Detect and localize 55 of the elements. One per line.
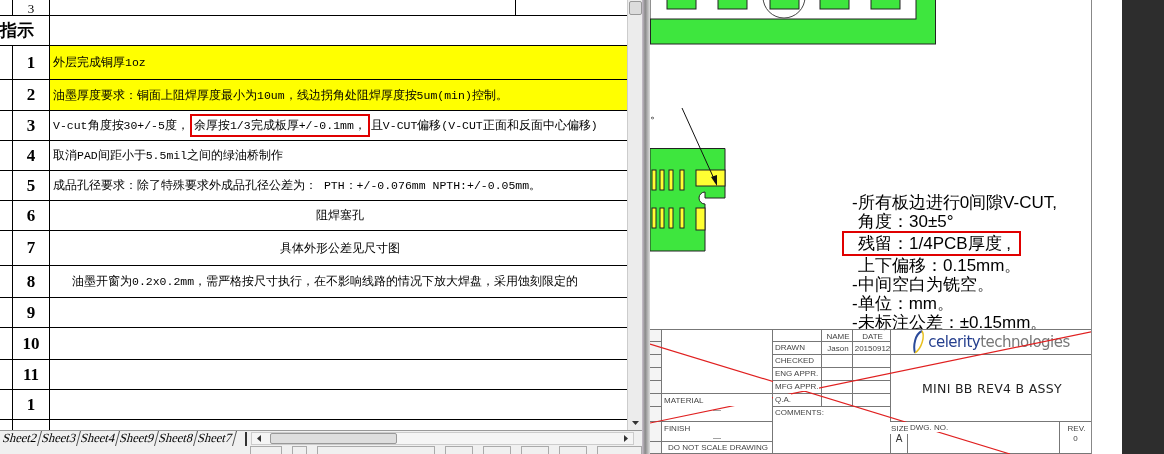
drawing-title: MINI BB REV4 B ASSY (920, 382, 1062, 394)
field-label: Q.A. (773, 394, 791, 404)
row-number: 9 (12, 298, 50, 327)
row-number: 6 (12, 201, 50, 230)
field-label: SIZE (889, 422, 909, 434)
column-header: DATE (860, 330, 883, 341)
section-label: 指示 (0, 16, 50, 45)
note-text: -所有板边进行0间隙V-CUT, (852, 193, 1057, 212)
right-arrow-icon (623, 434, 629, 443)
scrollbar-thumb[interactable] (628, 1, 642, 15)
down-arrow-icon (630, 420, 640, 426)
cell-text: 油墨厚度要求：铜面上阻焊厚度最小为10um，线边拐角处阻焊厚度按5um(min)控制。 (53, 87, 508, 103)
cell-text: 且V-CUT偏移(V-CUT正面和反面中心偏移) (370, 118, 598, 133)
note-text: -单位：mm。 (852, 294, 955, 313)
row-number: 3 (12, 111, 50, 140)
row-number: 3 (12, 0, 50, 15)
field-label: COMMENTS: (773, 407, 824, 417)
left-arrow-icon (256, 434, 263, 443)
row-number: 4 (12, 141, 50, 170)
boxed-text: 余厚按1/3完成板厚+/-0.1mm， (189, 114, 370, 137)
field-value: — (713, 406, 721, 414)
cell-text: 具体外形公差见尺寸图 (280, 240, 400, 256)
logo-swoosh-icon (912, 330, 927, 354)
vertical-scrollbar[interactable] (627, 0, 642, 430)
cell-text: 外层完成铜厚1oz (53, 55, 146, 70)
field-label: CHECKED (773, 355, 815, 365)
cell-text: 油墨开窗为0.2x0.2mm，需严格按尺寸执行，在不影响线路的情况下放大焊盘，采用蚀刻限定的 (72, 274, 579, 289)
cell-text: V-cut角度按30+/-5度， (53, 118, 189, 133)
size-value: A (895, 434, 903, 444)
horizontal-scrollbar[interactable] (251, 432, 634, 445)
row-number: 11 (12, 360, 50, 389)
note-text: 角度：30±5° (857, 212, 955, 231)
field-value: — (713, 434, 721, 442)
note-text: 残留：1/4PCB厚度 , (842, 231, 1022, 256)
row-number: 1 (12, 390, 50, 419)
title-block-cell (853, 381, 891, 394)
row-number: 5 (12, 171, 50, 200)
note-text: 。 (650, 106, 662, 123)
row-number: 8 (12, 266, 50, 297)
field-label: MATERIAL (662, 394, 772, 406)
cell-text: 成品孔径要求：除了特殊要求外成品孔径公差为： PTH：+/-0.076mm NPTH:+/-0.05mm。 (53, 178, 542, 193)
note-text: -中间空白为铣空。 (852, 275, 995, 294)
field-label: ENG APPR. (773, 368, 819, 378)
field-label: MFG APPR. (773, 381, 819, 391)
rev-value: 0 (1073, 434, 1078, 443)
cell-text: 取消PAD间距小于5.5mil之间的绿油桥制作 (53, 148, 284, 163)
field-label: DWG. NO. (908, 422, 949, 432)
row-number: 7 (12, 231, 50, 265)
scrollbar-thumb[interactable] (270, 433, 398, 444)
scale-note: DO NOT SCALE DRAWING (666, 442, 768, 452)
row-number: 10 (12, 328, 50, 359)
cell-text: 阻焊塞孔 (316, 208, 364, 223)
status-panel (292, 446, 308, 454)
field-label: DRAWN (773, 342, 805, 352)
note-text: 上下偏移：0.15mm。 (857, 256, 1023, 275)
